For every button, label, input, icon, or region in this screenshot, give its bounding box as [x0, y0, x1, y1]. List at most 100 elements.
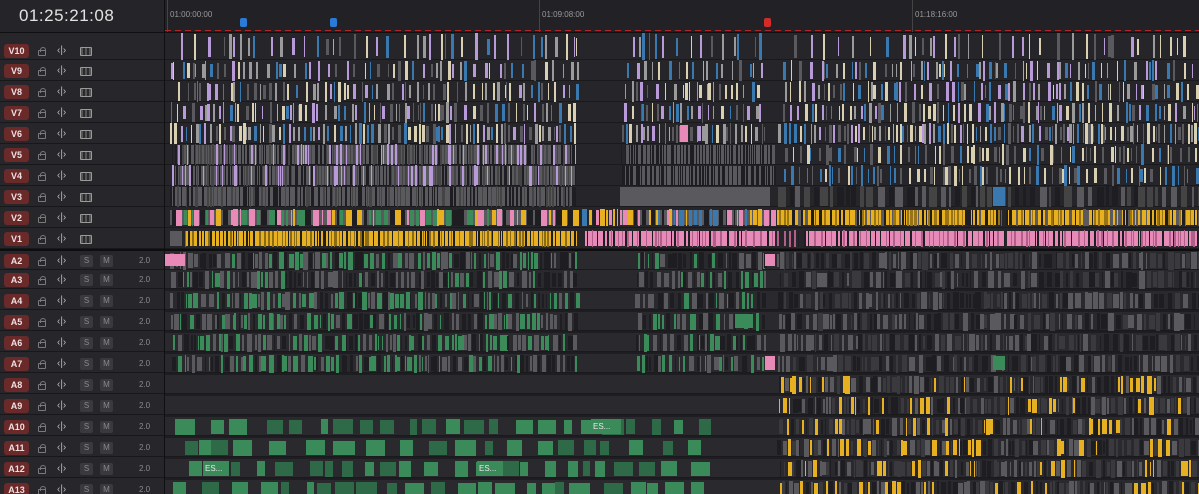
clip[interactable] — [638, 210, 640, 226]
clip[interactable] — [947, 123, 949, 144]
clip[interactable] — [373, 210, 374, 226]
clip[interactable] — [921, 482, 923, 494]
clip[interactable] — [845, 356, 851, 371]
clip[interactable] — [210, 210, 214, 225]
clip[interactable] — [200, 106, 203, 120]
clip[interactable] — [410, 187, 412, 207]
clip[interactable] — [1137, 39, 1139, 55]
clip[interactable] — [365, 85, 368, 98]
clip[interactable] — [954, 37, 956, 57]
clip[interactable] — [455, 124, 456, 143]
clip[interactable] — [468, 314, 471, 330]
clip[interactable] — [772, 231, 773, 246]
clip[interactable] — [844, 397, 846, 414]
clip[interactable] — [207, 145, 208, 165]
playhead-marker[interactable] — [764, 18, 771, 27]
clip[interactable] — [1013, 292, 1015, 309]
clip[interactable] — [1195, 148, 1197, 162]
clip[interactable] — [763, 166, 765, 185]
clip[interactable] — [1184, 230, 1185, 247]
clip[interactable] — [496, 145, 498, 164]
clip[interactable] — [199, 124, 201, 144]
clip[interactable] — [463, 294, 466, 308]
clip[interactable] — [384, 210, 388, 225]
clip[interactable] — [699, 252, 704, 270]
clip[interactable] — [170, 231, 182, 246]
clip[interactable] — [805, 210, 808, 225]
clip[interactable] — [263, 315, 265, 329]
clip[interactable] — [937, 313, 941, 331]
clip[interactable] — [376, 254, 379, 268]
video-lane-v8[interactable] — [165, 81, 1199, 102]
clip[interactable] — [843, 230, 845, 247]
clip[interactable] — [860, 252, 863, 269]
clip[interactable] — [862, 357, 863, 371]
clip[interactable] — [910, 210, 913, 226]
clip[interactable] — [1126, 102, 1128, 123]
clip[interactable] — [1170, 355, 1173, 373]
clip[interactable] — [402, 84, 404, 100]
clip[interactable] — [835, 210, 837, 226]
clip[interactable] — [701, 273, 704, 287]
clip[interactable] — [685, 166, 686, 186]
clip[interactable] — [950, 313, 954, 330]
clip[interactable] — [483, 125, 485, 142]
clip[interactable] — [564, 271, 567, 288]
clip[interactable] — [1167, 63, 1170, 79]
clip[interactable] — [571, 62, 574, 80]
clip[interactable] — [806, 294, 811, 308]
clip[interactable] — [649, 357, 651, 371]
clip[interactable] — [255, 355, 257, 372]
clip[interactable] — [1113, 294, 1119, 308]
clip[interactable] — [1136, 146, 1137, 163]
clip[interactable] — [191, 187, 193, 207]
clip[interactable] — [680, 166, 681, 185]
clip[interactable] — [310, 231, 312, 247]
clip[interactable] — [303, 186, 305, 207]
clip[interactable] — [464, 231, 465, 246]
clip[interactable] — [878, 187, 885, 207]
clip[interactable] — [493, 165, 495, 186]
clip[interactable] — [742, 292, 745, 309]
clip[interactable] — [885, 271, 887, 288]
clip[interactable] — [655, 34, 657, 59]
clip[interactable] — [273, 252, 277, 269]
clip[interactable] — [1111, 35, 1114, 58]
clip[interactable] — [1066, 273, 1068, 287]
clip[interactable] — [1145, 231, 1146, 247]
clip[interactable] — [183, 62, 185, 79]
clip[interactable] — [204, 231, 205, 246]
clip[interactable] — [421, 187, 422, 207]
clip[interactable] — [1033, 376, 1034, 393]
clip[interactable] — [799, 167, 800, 184]
clip[interactable] — [241, 166, 243, 185]
auto-select-icon[interactable]: ‹|› — [57, 316, 66, 327]
clip[interactable] — [191, 165, 193, 186]
clip[interactable] — [639, 335, 640, 351]
clip[interactable] — [652, 253, 653, 269]
clip[interactable] — [1146, 105, 1149, 121]
clip[interactable] — [442, 357, 447, 371]
clip[interactable] — [505, 357, 508, 370]
track-name-label[interactable]: A2 — [4, 253, 29, 268]
clip[interactable] — [1172, 441, 1177, 455]
clip[interactable] — [678, 253, 682, 269]
clip[interactable] — [1079, 210, 1081, 226]
clip[interactable] — [435, 166, 436, 185]
clip[interactable] — [637, 273, 638, 287]
clip[interactable] — [1067, 378, 1069, 391]
clip[interactable] — [1098, 440, 1102, 455]
clip[interactable] — [1061, 460, 1065, 478]
clip[interactable] — [335, 293, 338, 308]
clip[interactable] — [1002, 144, 1004, 165]
clip[interactable] — [1138, 399, 1141, 413]
clip[interactable] — [1004, 293, 1007, 309]
clip[interactable] — [413, 103, 414, 122]
clip[interactable] — [1132, 334, 1133, 351]
clip[interactable] — [858, 124, 860, 143]
clip[interactable] — [1191, 357, 1193, 371]
clip[interactable] — [444, 187, 445, 206]
clip[interactable] — [792, 210, 795, 226]
clip[interactable] — [542, 104, 544, 122]
clip[interactable] — [785, 82, 787, 102]
